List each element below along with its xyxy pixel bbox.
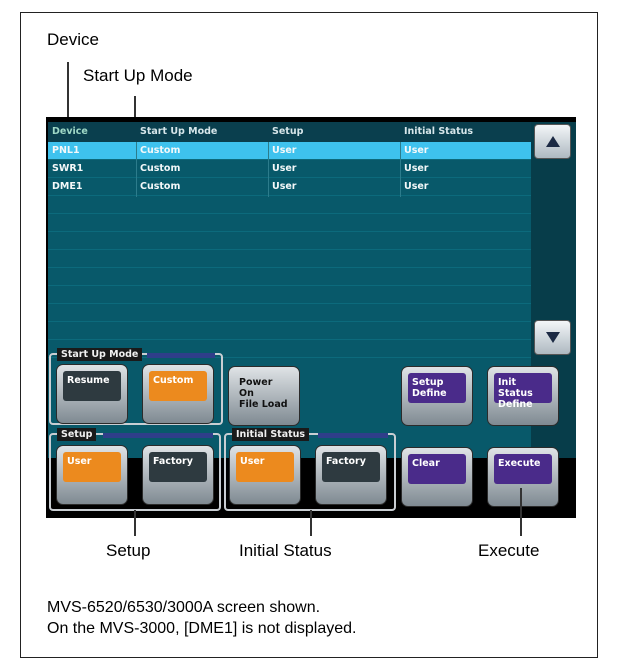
resume-label: Resume xyxy=(63,371,121,401)
status-user-label: User xyxy=(236,452,294,482)
callout-device: Device xyxy=(47,30,99,49)
table-row-empty[interactable] xyxy=(48,250,532,268)
callout-initial-status: Initial Status xyxy=(239,541,332,560)
triangle-down-icon xyxy=(545,332,560,343)
clear-label: Clear xyxy=(408,454,466,484)
cell-start-up-mode: Custom xyxy=(140,163,181,174)
cell-initial-status: User xyxy=(404,181,429,192)
setup-user-label: User xyxy=(63,452,121,482)
initial-status-group-label: Initial Status xyxy=(232,428,310,441)
table-row-empty[interactable] xyxy=(48,196,532,214)
cell-initial-status: User xyxy=(404,163,429,174)
callout-setup-line xyxy=(134,510,136,536)
cell-device: SWR1 xyxy=(52,163,84,174)
table-row-empty[interactable] xyxy=(48,232,532,250)
table-header: Device Start Up Mode Setup Initial Statu… xyxy=(48,122,532,142)
scroll-down-button[interactable] xyxy=(534,320,571,355)
cell-setup: User xyxy=(272,163,297,174)
cell-setup: User xyxy=(272,181,297,192)
callout-start-up-mode: Start Up Mode xyxy=(83,66,193,85)
setup-factory-button[interactable]: Factory xyxy=(142,445,214,505)
table-row[interactable]: DME1 Custom User User xyxy=(48,178,532,196)
cell-device: DME1 xyxy=(52,181,83,192)
table-row[interactable]: SWR1 Custom User User xyxy=(48,160,532,178)
note-line-1: MVS-6520/6530/3000A screen shown. xyxy=(47,599,321,616)
cell-setup: User xyxy=(272,145,297,156)
header-device: Device xyxy=(52,126,88,137)
triangle-up-icon xyxy=(545,136,560,147)
group-bar xyxy=(147,353,215,358)
start-up-mode-group-label: Start Up Mode xyxy=(57,348,143,361)
cell-initial-status: User xyxy=(404,145,429,156)
column-divider xyxy=(268,142,269,197)
execute-button[interactable]: Execute xyxy=(487,447,559,507)
cell-start-up-mode: Custom xyxy=(140,145,181,156)
power-on-file-load-button[interactable]: Power On File Load xyxy=(228,366,300,426)
status-factory-label: Factory xyxy=(322,452,380,482)
table-row-empty[interactable] xyxy=(48,322,532,340)
cell-device: PNL1 xyxy=(52,145,80,156)
column-divider xyxy=(400,142,401,197)
device-setup-screen: Device Start Up Mode Setup Initial Statu… xyxy=(46,117,576,518)
callout-initial-status-line xyxy=(310,510,312,536)
table-row-empty[interactable] xyxy=(48,304,532,322)
execute-label: Execute xyxy=(494,454,552,484)
header-setup: Setup xyxy=(272,126,304,137)
callout-execute: Execute xyxy=(478,541,540,560)
init-status-define-label: Init Status Define xyxy=(494,373,552,410)
power-on-file-load-label: Power On File Load xyxy=(239,377,288,410)
note-line-2: On the MVS-3000, [DME1] is not displayed… xyxy=(47,620,357,637)
group-bar xyxy=(318,433,388,438)
init-status-define-button[interactable]: Init Status Define xyxy=(487,366,559,426)
scroll-up-button[interactable] xyxy=(534,124,571,159)
setup-group-label: Setup xyxy=(57,428,97,441)
status-factory-button[interactable]: Factory xyxy=(315,445,387,505)
table-row[interactable]: PNL1 Custom User User xyxy=(48,142,532,160)
setup-factory-label: Factory xyxy=(149,452,207,482)
resume-button[interactable]: Resume xyxy=(56,364,128,424)
table-row-empty[interactable] xyxy=(48,286,532,304)
custom-label: Custom xyxy=(149,371,207,401)
header-initial-status: Initial Status xyxy=(404,126,474,137)
cell-start-up-mode: Custom xyxy=(140,181,181,192)
clear-button[interactable]: Clear xyxy=(401,447,473,507)
callout-setup: Setup xyxy=(106,541,151,560)
column-divider xyxy=(136,142,137,197)
setup-define-button[interactable]: Setup Define xyxy=(401,366,473,426)
group-bar xyxy=(103,433,213,438)
table-row-empty[interactable] xyxy=(48,214,532,232)
setup-user-button[interactable]: User xyxy=(56,445,128,505)
callout-execute-line xyxy=(520,488,522,536)
custom-button[interactable]: Custom xyxy=(142,364,214,424)
header-start-up-mode: Start Up Mode xyxy=(140,126,218,137)
status-user-button[interactable]: User xyxy=(229,445,301,505)
table-row-empty[interactable] xyxy=(48,268,532,286)
setup-define-label: Setup Define xyxy=(408,373,466,403)
